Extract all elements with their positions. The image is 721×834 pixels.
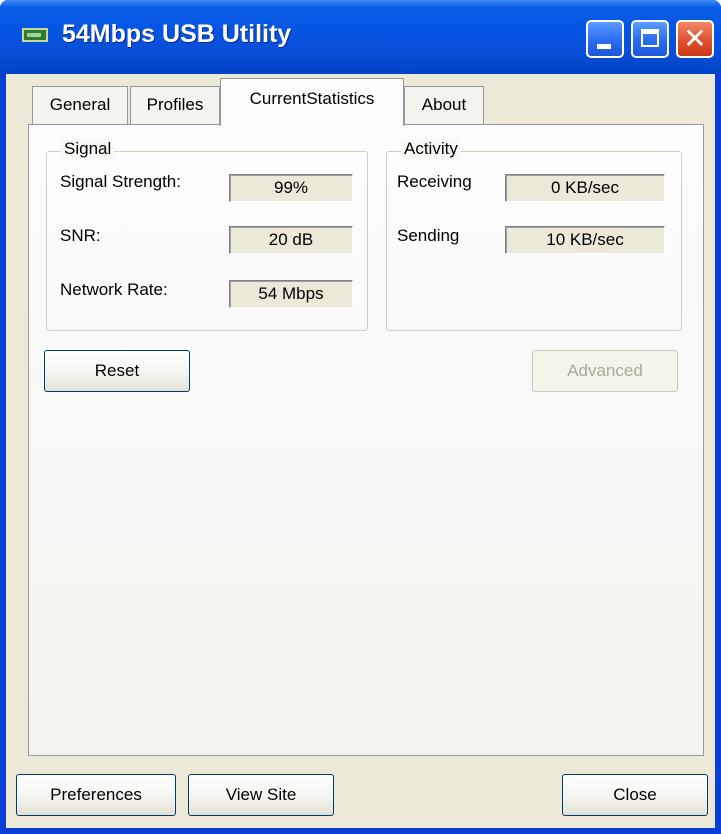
view-site-button[interactable]: View Site [188, 774, 334, 816]
sending-label: Sending [397, 226, 460, 245]
receiving-label: Receiving [397, 172, 472, 191]
close-icon: ✕ [683, 23, 707, 54]
signal-strength-value: 99% [229, 174, 353, 202]
minimize-icon [597, 44, 611, 49]
close-button[interactable]: Close [562, 774, 708, 816]
snr-value: 20 dB [229, 226, 353, 254]
tab-profiles[interactable]: Profiles [130, 86, 220, 124]
window-title: 54Mbps USB Utility [62, 20, 292, 48]
maximize-button[interactable] [631, 20, 669, 58]
app-window: 54Mbps USB Utility ✕ General Profiles Cu… [0, 0, 721, 834]
tab-current-statistics[interactable]: CurrentStatistics [220, 78, 404, 126]
title-bar[interactable]: 54Mbps USB Utility ✕ [0, 0, 721, 74]
snr-label: SNR: [60, 226, 101, 245]
sending-value: 10 KB/sec [505, 226, 665, 254]
client-area: General Profiles CurrentStatistics About… [6, 74, 715, 828]
window-close-button[interactable]: ✕ [676, 20, 714, 58]
advanced-button[interactable]: Advanced [532, 350, 678, 392]
signal-group-label: Signal [61, 139, 115, 159]
signal-group: Signal Signal Strength: 99% SNR: 20 dB N… [46, 139, 368, 331]
activity-group: Activity Receiving 0 KB/sec Sending 10 K… [386, 139, 682, 331]
network-rate-value: 54 Mbps [229, 280, 353, 308]
receiving-value: 0 KB/sec [505, 174, 665, 202]
tab-panel-current-statistics: Signal Signal Strength: 99% SNR: 20 dB N… [28, 124, 704, 756]
preferences-button[interactable]: Preferences [16, 774, 176, 816]
minimize-button[interactable] [586, 20, 624, 58]
network-rate-label: Network Rate: [60, 280, 168, 299]
tab-about[interactable]: About [404, 86, 484, 124]
reset-button[interactable]: Reset [44, 350, 190, 392]
network-adapter-icon [22, 28, 48, 42]
tab-strip: General Profiles CurrentStatistics About [6, 74, 715, 126]
maximize-icon [641, 29, 659, 47]
signal-strength-label: Signal Strength: [60, 172, 181, 191]
activity-group-label: Activity [401, 139, 461, 159]
tab-general[interactable]: General [32, 86, 128, 124]
